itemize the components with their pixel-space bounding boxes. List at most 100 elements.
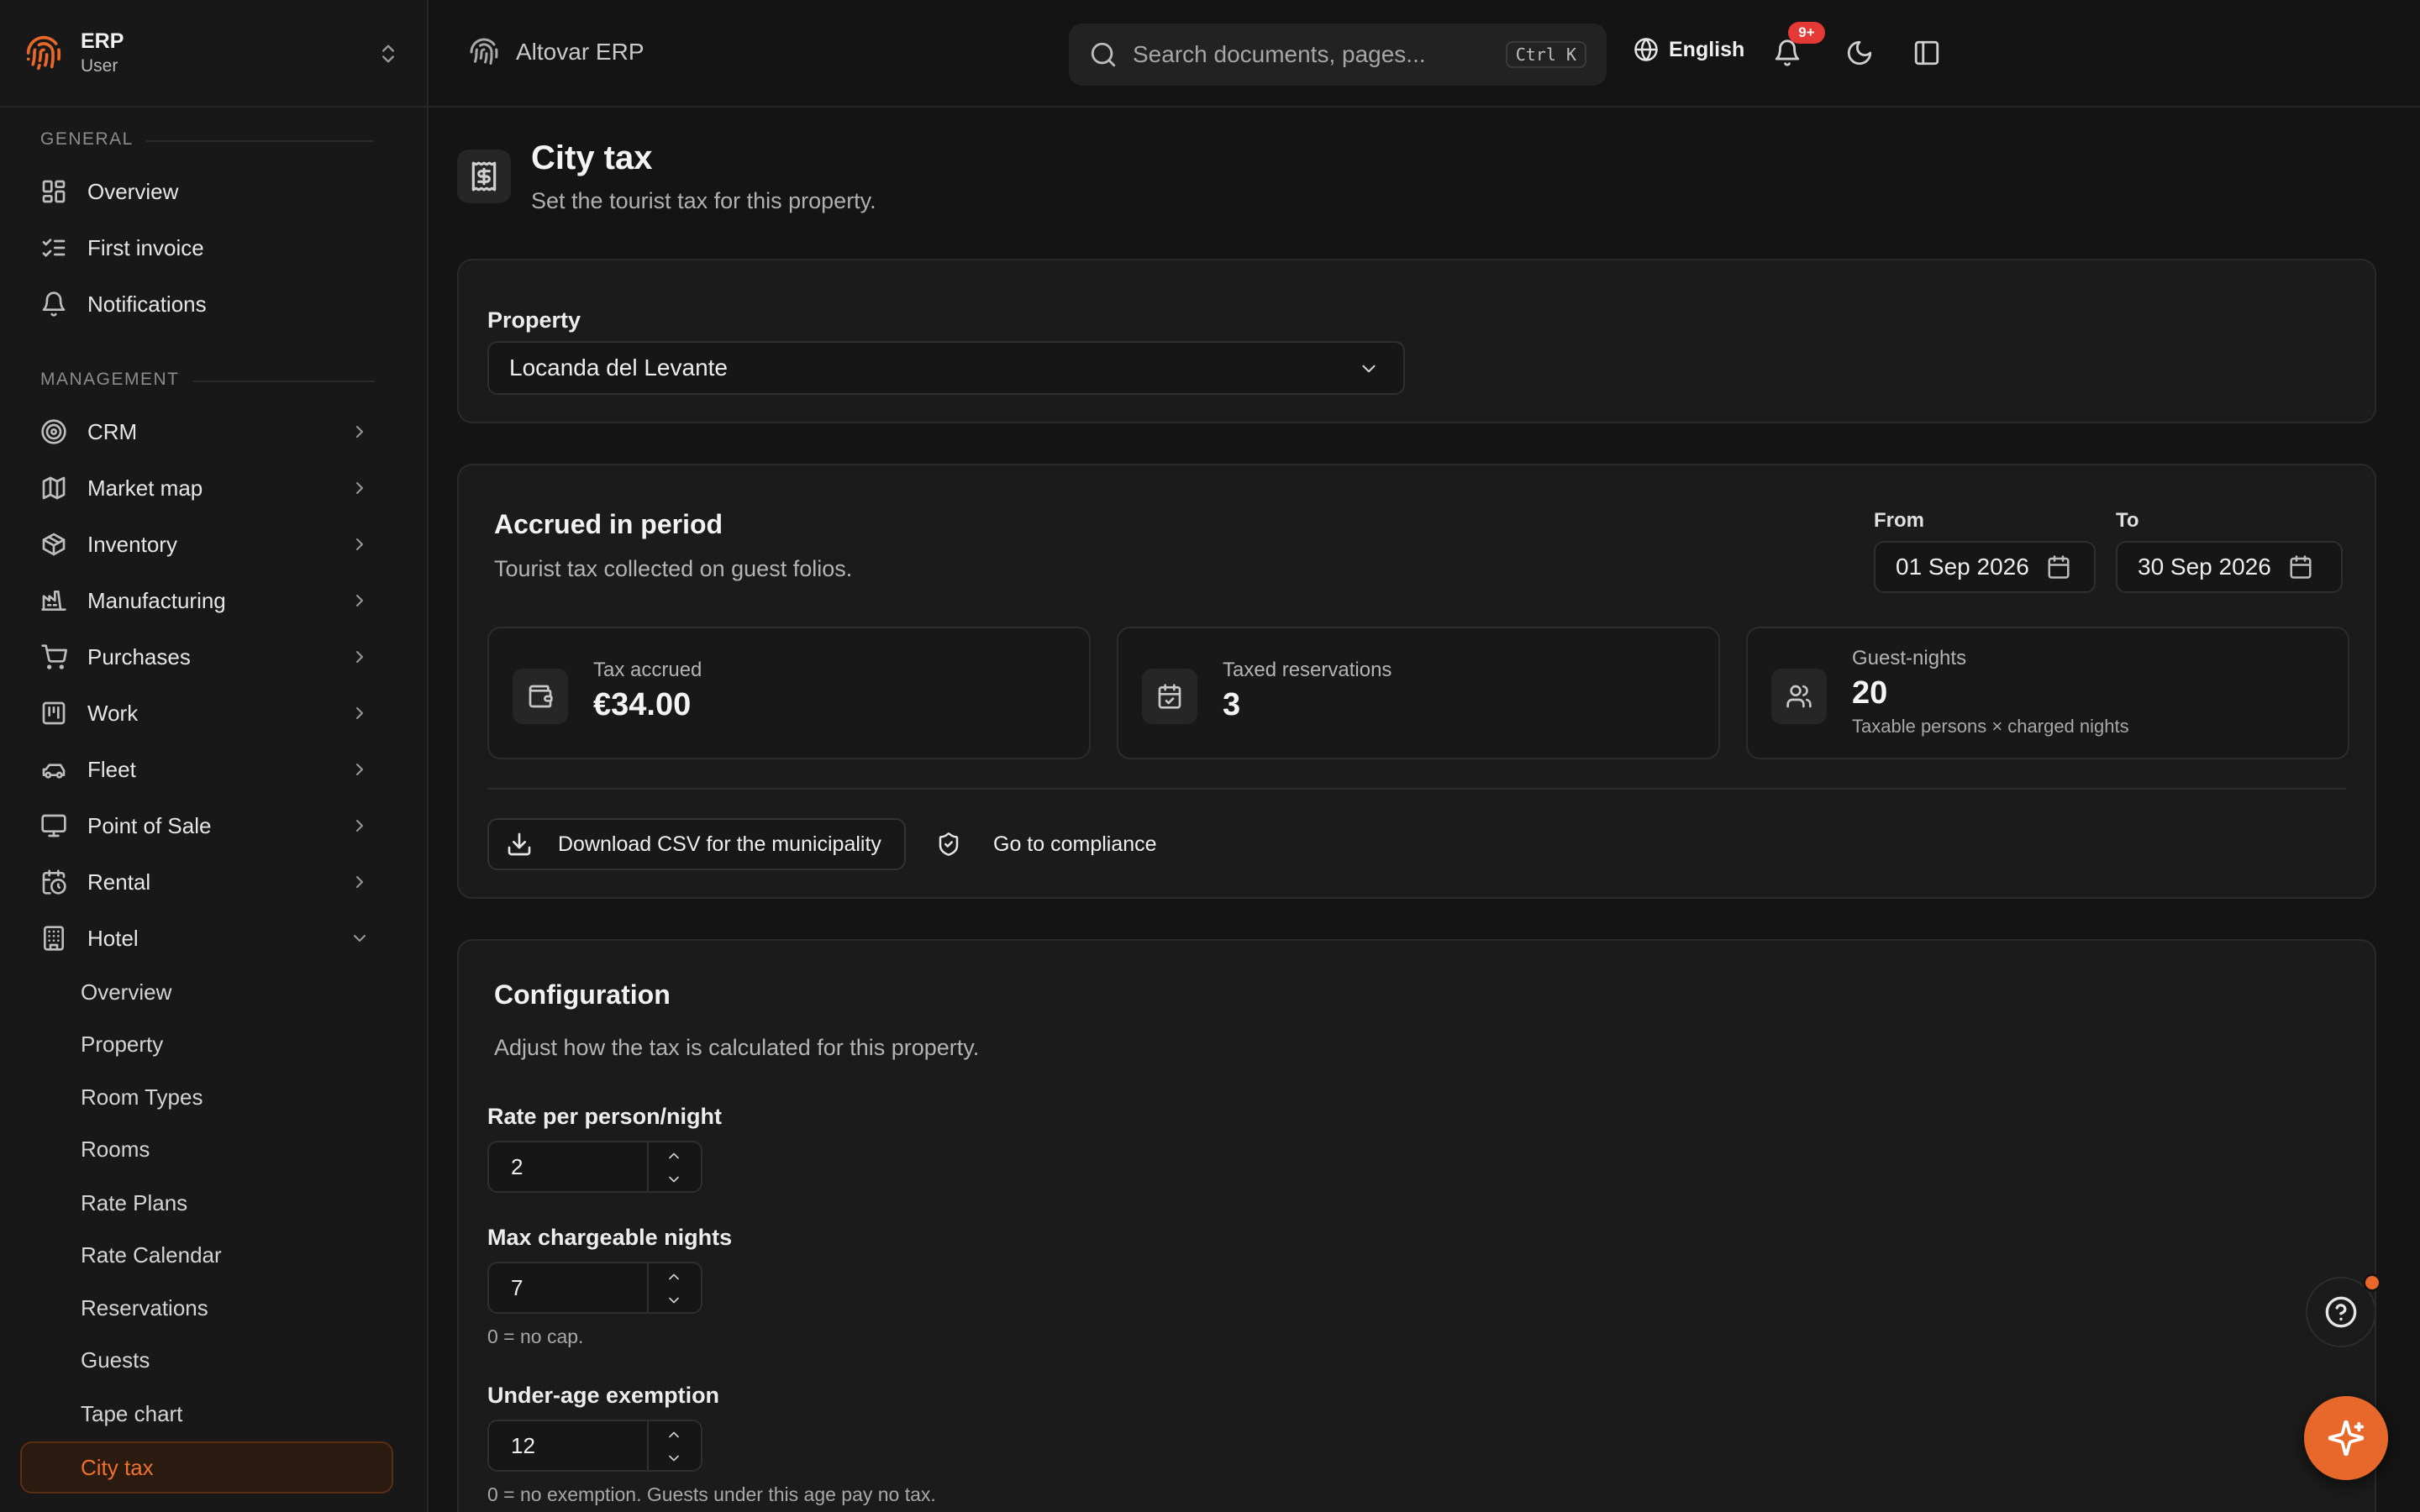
notification-count-badge: 9+ [1788, 22, 1825, 44]
property-card: Property Locanda del Levante [457, 259, 2376, 423]
rate-stepper[interactable]: 2 [487, 1141, 702, 1193]
sidebar-item-label: Manufacturing [87, 587, 226, 613]
theme-toggle-moon-icon[interactable] [1845, 39, 1874, 67]
sidebar-item-first-invoice[interactable]: First invoice [20, 224, 393, 271]
monitor-icon [40, 812, 67, 839]
chevron-down-icon[interactable] [666, 1450, 682, 1467]
download-csv-button[interactable]: Download CSV for the municipality [487, 818, 906, 870]
sidebar-item-manufacturing[interactable]: Manufacturing [20, 577, 393, 624]
calendar-clock-icon [40, 869, 67, 895]
building-icon [40, 925, 67, 952]
kanban-icon [40, 700, 67, 727]
stat-taxed-reservations: Taxed reservations 3 [1117, 627, 1720, 759]
section-divider [487, 788, 2346, 790]
to-date-picker[interactable]: 30 Sep 2026 [2116, 541, 2343, 593]
chevron-down-icon[interactable] [666, 1171, 682, 1188]
target-icon [40, 418, 67, 445]
sidebar: ERP User General Overview First invoice … [0, 0, 429, 1512]
wallet-icon [513, 669, 568, 724]
property-select[interactable]: Locanda del Levante [487, 341, 1405, 395]
underage-label: Under-age exemption [487, 1383, 720, 1408]
sidebar-subitem-rooms[interactable]: Rooms [20, 1125, 393, 1173]
sidebar-item-market-map[interactable]: Market map [20, 465, 393, 512]
sidebar-item-hotel[interactable]: Hotel [20, 915, 393, 962]
calendar-check-icon [1142, 669, 1197, 724]
panel-toggle-icon[interactable] [1912, 39, 1941, 67]
chevron-down-icon[interactable] [666, 1292, 682, 1309]
sidebar-item-point-of-sale[interactable]: Point of Sale [20, 802, 393, 849]
sidebar-item-label: Purchases [87, 643, 191, 669]
underage-value[interactable]: 12 [511, 1433, 535, 1459]
ai-assistant-button[interactable] [2304, 1396, 2388, 1480]
help-circle-icon [2324, 1295, 2358, 1329]
max-nights-stepper[interactable]: 7 [487, 1262, 702, 1314]
underage-hint: 0 = no exemption. Guests under this age … [487, 1483, 936, 1505]
search-bar[interactable]: Search documents, pages... Ctrl K [1069, 24, 1607, 86]
max-nights-label: Max chargeable nights [487, 1225, 733, 1250]
sidebar-item-notifications[interactable]: Notifications [20, 281, 393, 328]
workspace-switcher[interactable]: ERP User [0, 0, 427, 108]
sidebar-subitem-guests[interactable]: Guests [20, 1336, 393, 1384]
accrued-card: Accrued in period Tourist tax collected … [457, 464, 2376, 899]
calendar-icon [2288, 554, 2313, 580]
language-switcher[interactable]: English [1634, 37, 1744, 62]
factory-icon [40, 587, 67, 614]
underage-stepper[interactable]: 12 [487, 1420, 702, 1472]
chevron-up-icon[interactable] [666, 1147, 682, 1164]
chevron-right-icon [350, 534, 370, 554]
chevron-right-icon [350, 422, 370, 442]
cart-icon [40, 643, 67, 670]
chevron-up-icon[interactable] [666, 1268, 682, 1285]
sidebar-subitem-overview[interactable]: Overview [20, 968, 393, 1016]
sidebar-subitem-room-types[interactable]: Room Types [20, 1073, 393, 1121]
sidebar-item-label: Fleet [87, 756, 136, 782]
stat-value: 3 [1223, 687, 1241, 722]
sidebar-item-overview[interactable]: Overview [20, 168, 393, 215]
sidebar-subitem-city-tax[interactable]: City tax [20, 1441, 393, 1494]
chevron-right-icon [350, 759, 370, 780]
stat-guest-nights: Guest-nights 20 Taxable persons × charge… [1746, 627, 2349, 759]
sidebar-item-purchases[interactable]: Purchases [20, 633, 393, 680]
accrued-description: Tourist tax collected on guest folios. [494, 556, 853, 581]
sidebar-item-rental[interactable]: Rental [20, 858, 393, 906]
sidebar-item-crm[interactable]: CRM [20, 408, 393, 455]
sidebar-item-inventory[interactable]: Inventory [20, 521, 393, 568]
chevron-right-icon [350, 591, 370, 611]
to-date-value: 30 Sep 2026 [2138, 554, 2271, 580]
sparkles-icon [2327, 1419, 2365, 1457]
sidebar-item-work[interactable]: Work [20, 690, 393, 737]
chevron-down-icon [1358, 358, 1380, 380]
chevron-right-icon [350, 816, 370, 836]
sidebar-item-label: Inventory [87, 531, 177, 557]
sidebar-subitem-reservations[interactable]: Reservations [20, 1284, 393, 1332]
sidebar-item-fleet[interactable]: Fleet [20, 746, 393, 793]
app-breadcrumb: Altovar ERP [469, 37, 644, 67]
sidebar-subitem-property[interactable]: Property [20, 1020, 393, 1068]
max-nights-value[interactable]: 7 [511, 1275, 523, 1301]
chevron-up-icon[interactable] [666, 1426, 682, 1443]
search-input[interactable]: Search documents, pages... [1133, 41, 1506, 68]
chevron-right-icon [350, 478, 370, 498]
stepper-divider [647, 1142, 649, 1191]
chevron-right-icon [350, 872, 370, 892]
language-label: English [1669, 37, 1745, 61]
sidebar-item-label: Work [87, 700, 139, 726]
stat-label: Tax accrued [593, 659, 702, 681]
rate-value[interactable]: 2 [511, 1154, 523, 1180]
sidebar-subitem-tape-chart[interactable]: Tape chart [20, 1389, 393, 1438]
property-label: Property [487, 307, 581, 333]
sidebar-item-label: Rental [87, 869, 151, 895]
sidebar-item-label: Market map [87, 475, 203, 501]
sidebar-subitem-rate-plans[interactable]: Rate Plans [20, 1179, 393, 1227]
sidebar-subitem-rate-calendar[interactable]: Rate Calendar [20, 1231, 393, 1279]
search-icon [1089, 40, 1118, 69]
section-divider [193, 381, 375, 382]
page-subtitle: Set the tourist tax for this property. [531, 188, 876, 213]
configuration-title: Configuration [494, 979, 671, 1010]
from-date-value: 01 Sep 2026 [1896, 554, 2029, 580]
car-icon [40, 756, 67, 783]
chevron-right-icon [350, 647, 370, 667]
property-selected-value: Locanda del Levante [509, 354, 728, 381]
go-to-compliance-button[interactable]: Go to compliance [936, 818, 1157, 870]
from-date-picker[interactable]: 01 Sep 2026 [1874, 541, 2096, 593]
